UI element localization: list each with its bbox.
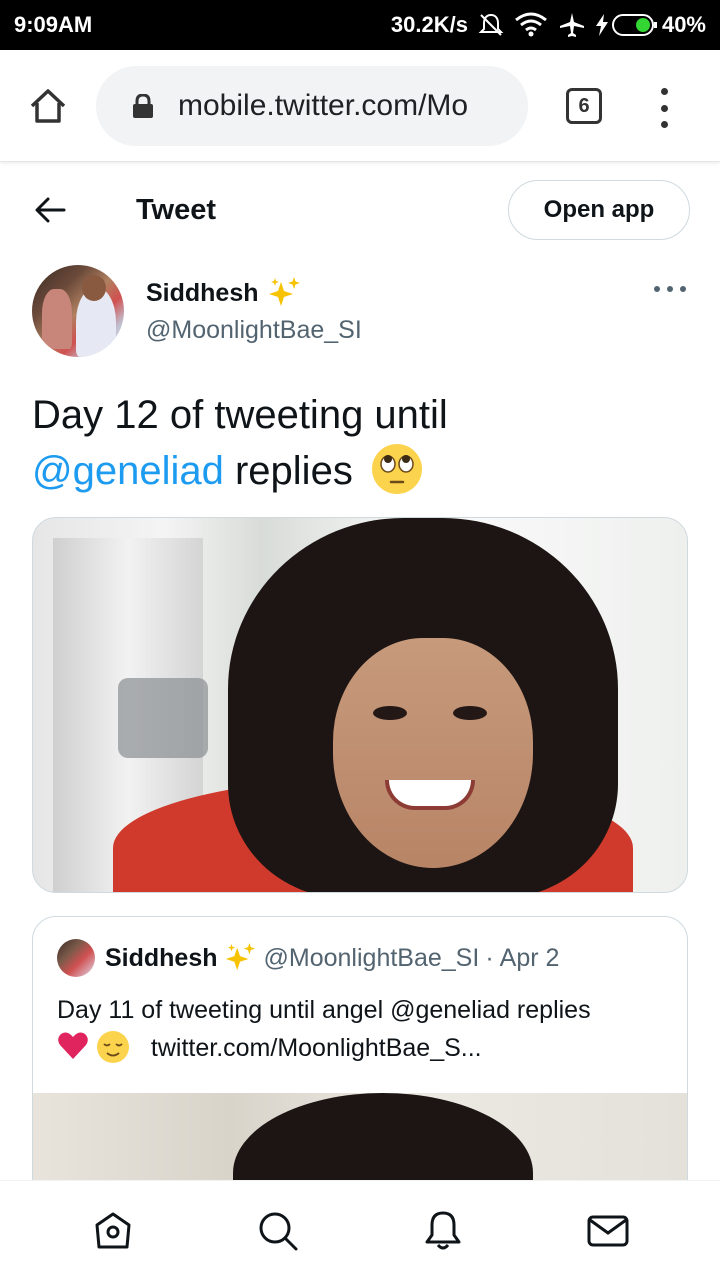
- author-name[interactable]: Siddhesh: [146, 276, 301, 310]
- nav-messages[interactable]: [584, 1207, 632, 1255]
- sparkles-icon: [225, 942, 255, 971]
- bell-muted-icon: [478, 13, 504, 36]
- back-arrow-icon[interactable]: [34, 196, 66, 224]
- nav-notifications[interactable]: [419, 1207, 467, 1255]
- charging-icon: [595, 14, 608, 36]
- status-bar: 9:09AM 30.2K/s 40%: [0, 0, 720, 50]
- airplane-icon: [559, 13, 584, 37]
- red-heart-icon: [58, 1032, 88, 1059]
- browser-toolbar: mobile.twitter.com/Mo 6: [0, 50, 720, 162]
- address-bar[interactable]: mobile.twitter.com/Mo: [96, 66, 528, 146]
- face-with-rolling-eyes-icon: [371, 444, 422, 494]
- wifi-icon: [515, 12, 547, 37]
- messages-icon: [587, 1215, 628, 1246]
- more-options-icon[interactable]: [654, 286, 686, 296]
- notifications-icon: [425, 1211, 460, 1249]
- tweet-image[interactable]: [32, 517, 688, 893]
- tweet-header: Tweet Open app: [0, 162, 720, 258]
- sparkles-icon: [268, 277, 300, 306]
- quoted-date: Apr 2: [499, 943, 560, 972]
- nav-search[interactable]: [254, 1207, 302, 1255]
- status-time: 9:09AM: [14, 12, 93, 37]
- quoted-avatar: [57, 939, 95, 977]
- home-icon: [95, 1212, 130, 1248]
- quoted-tweet-text: Day 11 of tweeting until angel @geneliad…: [57, 991, 667, 1067]
- page-title: Tweet: [136, 194, 217, 226]
- avatar[interactable]: [32, 265, 124, 357]
- tweet-text: Day 12 of tweeting until @geneliad repli…: [32, 388, 692, 498]
- tweet-text-part2: replies: [234, 449, 353, 493]
- quoted-handle: @MoonlightBae_SI: [263, 943, 480, 972]
- quoted-text-body: Day 11 of tweeting until angel @geneliad…: [57, 996, 591, 1024]
- open-app-button[interactable]: Open app: [508, 180, 690, 240]
- battery-percent: 40%: [661, 12, 706, 37]
- search-icon: [259, 1212, 297, 1250]
- mention-link[interactable]: @geneliad: [32, 449, 224, 493]
- lock-icon: [133, 94, 153, 118]
- more-vert-icon[interactable]: [652, 88, 676, 128]
- quoted-tweet-header: Siddhesh @MoonlightBae_SI · Apr 2: [57, 939, 559, 977]
- battery: 40%: [595, 12, 706, 38]
- nav-home[interactable]: [89, 1207, 137, 1255]
- author-display-name[interactable]: Siddhesh: [146, 279, 259, 308]
- status-icons: 30.2K/s 40%: [391, 11, 706, 39]
- url-text[interactable]: mobile.twitter.com/Mo: [178, 89, 528, 123]
- tab-switcher-button[interactable]: 6: [566, 88, 602, 124]
- quoted-display-name: Siddhesh: [105, 943, 218, 972]
- home-icon[interactable]: [28, 86, 68, 126]
- relieved-face-icon: [96, 1031, 129, 1063]
- battery-icon: [611, 14, 657, 36]
- separator-dot: ·: [485, 943, 494, 972]
- quoted-link[interactable]: twitter.com/MoonlightBae_S...: [151, 1034, 482, 1062]
- tweet-text-part1: Day 12 of tweeting until: [32, 393, 448, 437]
- network-speed: 30.2K/s: [390, 12, 468, 37]
- bottom-navigation: [0, 1180, 720, 1280]
- author-handle[interactable]: @MoonlightBae_SI: [146, 316, 362, 345]
